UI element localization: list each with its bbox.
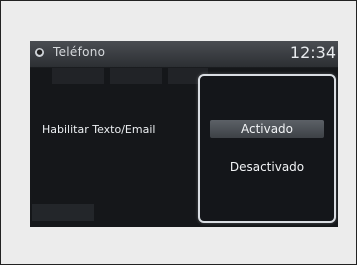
tab-1[interactable] bbox=[52, 68, 104, 84]
figure-frame: ● Teléfono 12:34 Habilitar Texto/Email A… bbox=[0, 0, 357, 265]
options-popup: Activado Desactivado bbox=[198, 74, 336, 223]
clock: 12:34 bbox=[289, 43, 336, 62]
back-button[interactable] bbox=[32, 204, 94, 221]
option-activado[interactable]: Activado bbox=[210, 120, 324, 138]
tab-2[interactable] bbox=[110, 68, 162, 84]
phone-settings-icon: ● bbox=[35, 48, 44, 57]
title-bar: ● Teléfono 12:34 bbox=[30, 41, 338, 68]
screen-title: Teléfono bbox=[53, 45, 106, 59]
device-screen: ● Teléfono 12:34 Habilitar Texto/Email A… bbox=[30, 41, 338, 227]
option-desactivado[interactable]: Desactivado bbox=[210, 158, 324, 176]
list-item-habilitar-texto-email[interactable]: Habilitar Texto/Email bbox=[42, 123, 155, 136]
